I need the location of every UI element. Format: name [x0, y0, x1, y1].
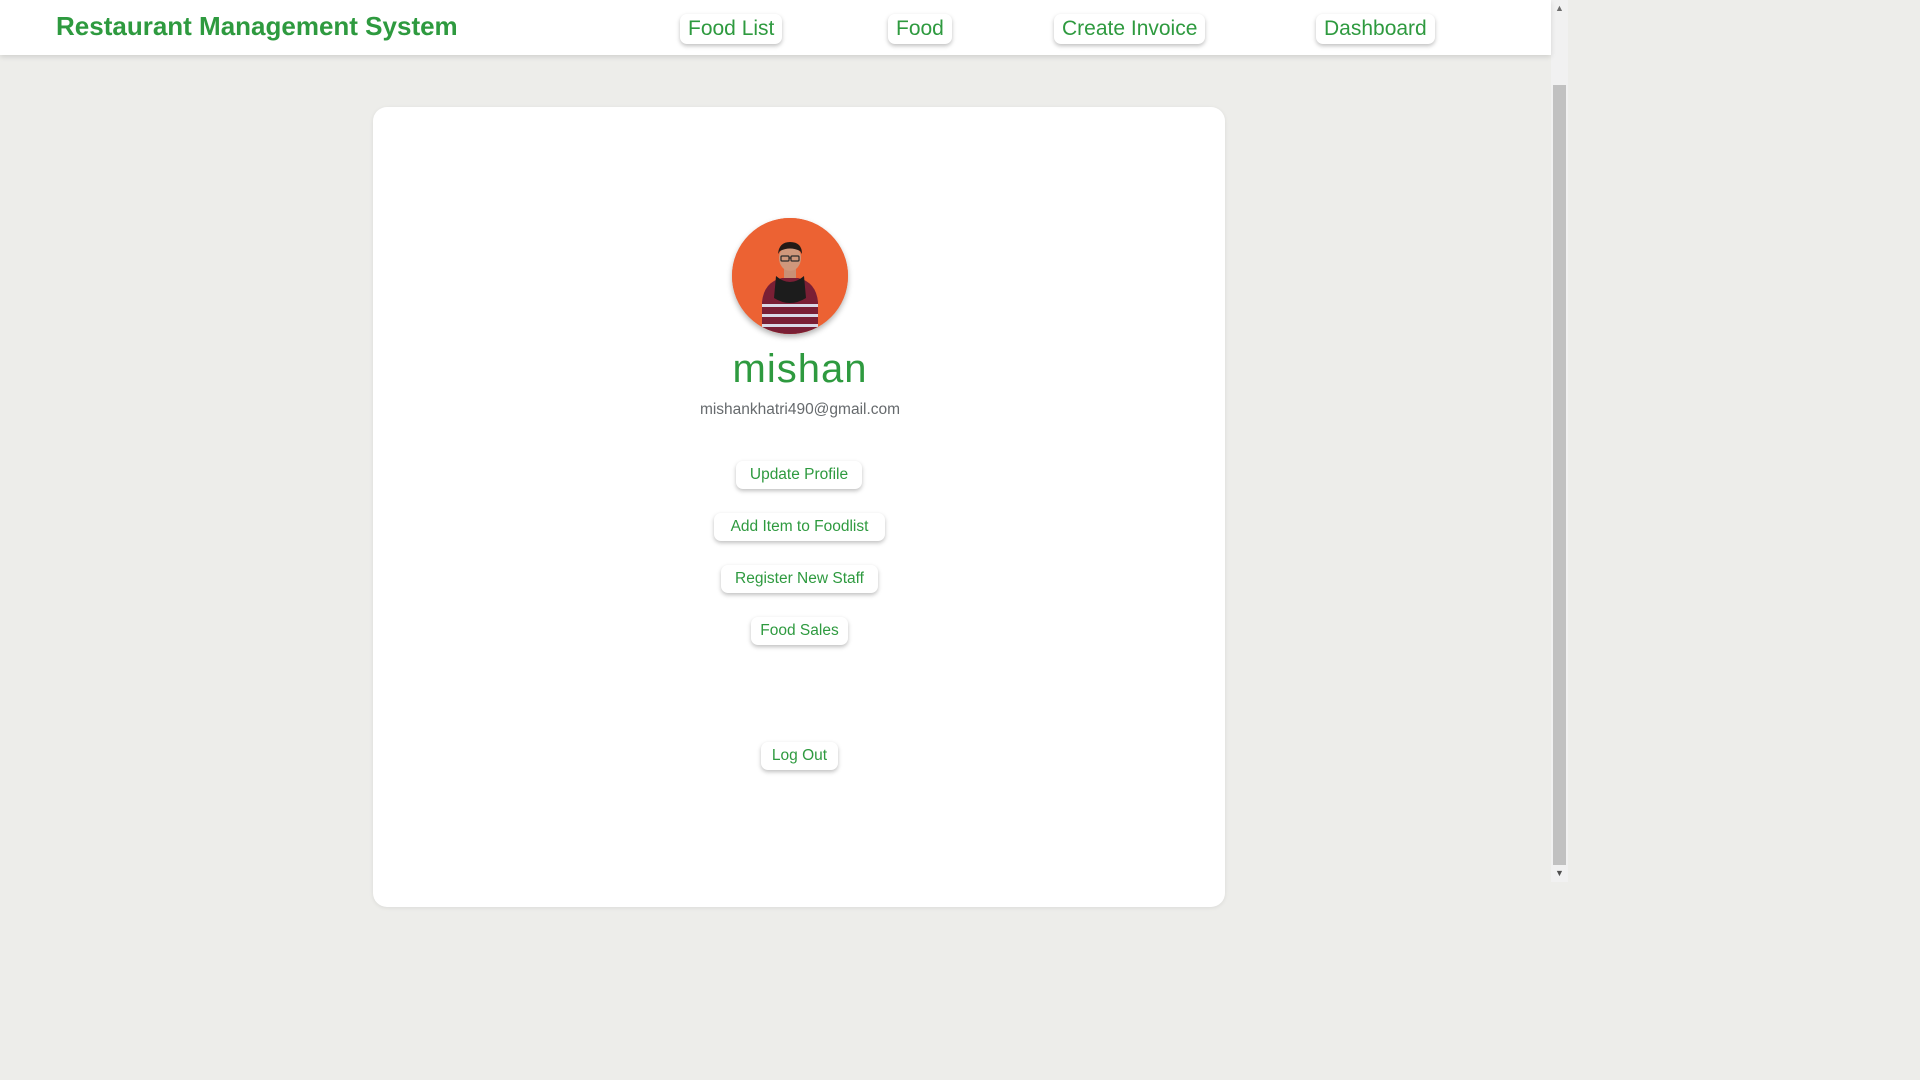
vertical-scrollbar[interactable]: ▲ ▼ [1551, 0, 1568, 882]
nav-dashboard-button[interactable]: Dashboard [1316, 14, 1435, 44]
profile-name: mishan [732, 347, 868, 391]
scroll-up-arrow-icon[interactable]: ▲ [1551, 0, 1568, 17]
scroll-down-arrow-icon[interactable]: ▼ [1551, 865, 1568, 882]
user-avatar-icon [732, 218, 848, 334]
register-new-staff-button[interactable]: Register New Staff [721, 565, 878, 593]
log-out-button[interactable]: Log Out [761, 742, 838, 770]
app-title: Restaurant Management System [56, 11, 458, 41]
top-navbar: Restaurant Management System Food List F… [0, 0, 1551, 55]
profile-email: mishankhatri490@gmail.com [699, 401, 901, 418]
nav-food-list-button[interactable]: Food List [680, 14, 783, 44]
add-item-to-foodlist-button[interactable]: Add Item to Foodlist [714, 513, 885, 541]
nav-create-invoice-button[interactable]: Create Invoice [1054, 14, 1206, 44]
avatar [732, 218, 848, 334]
scrollbar-thumb[interactable] [1553, 85, 1566, 865]
nav-food-button[interactable]: Food [888, 14, 952, 44]
food-sales-button[interactable]: Food Sales [751, 617, 848, 645]
update-profile-button[interactable]: Update Profile [736, 461, 862, 489]
